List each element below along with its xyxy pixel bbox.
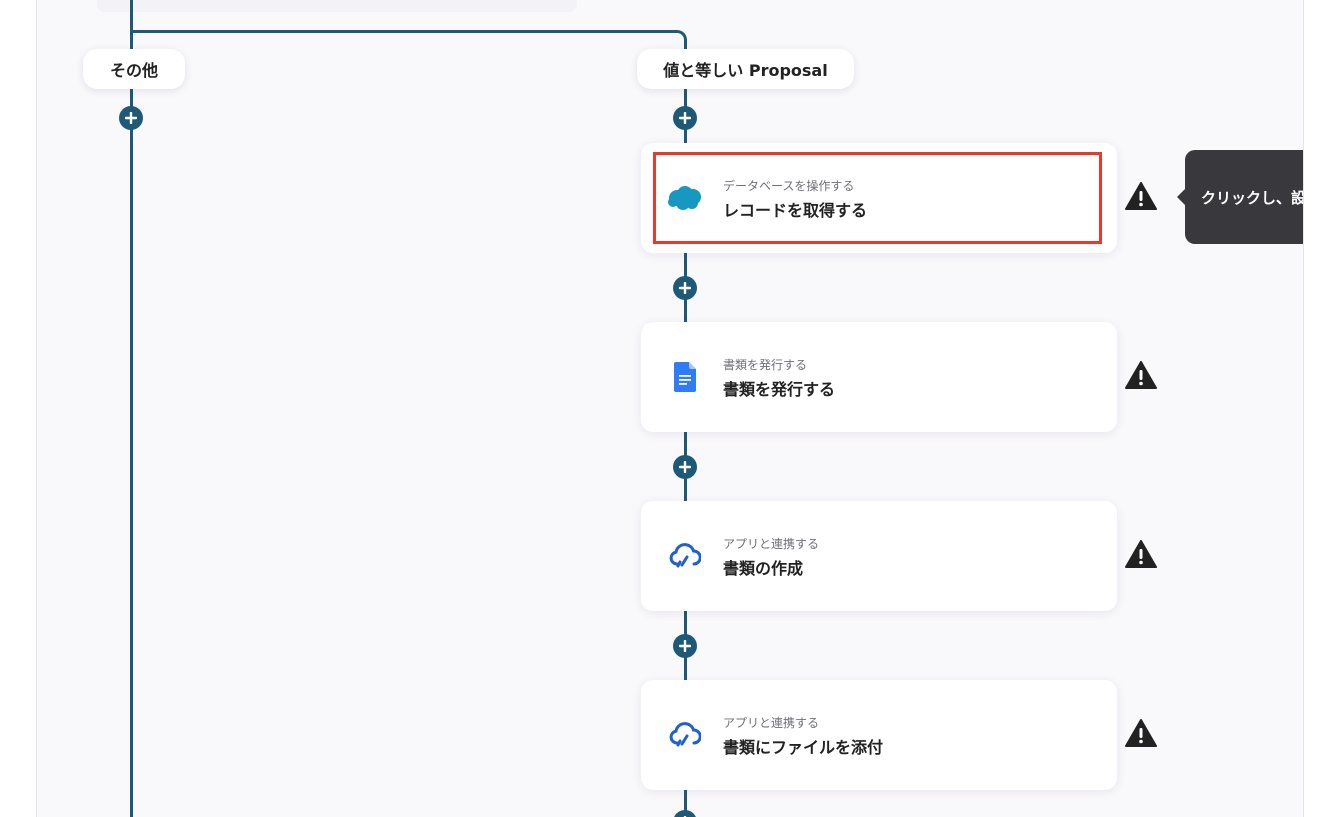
add-step-button-4[interactable]	[673, 634, 697, 658]
step-title: 書類にファイルを添付	[723, 738, 884, 757]
salesforce-cloud-icon	[665, 178, 705, 218]
warning-icon[interactable]	[1125, 182, 1157, 210]
tooltip: クリックし、設	[1185, 150, 1304, 244]
branch-split-connector	[130, 30, 675, 33]
flow-canvas: その他 値と等しい Proposal データベースを操作する レコードを取得する…	[36, 0, 1304, 817]
plus-icon	[679, 461, 691, 473]
plus-icon	[679, 282, 691, 294]
plus-icon	[679, 112, 691, 124]
step-subtitle: アプリと連携する	[723, 537, 820, 551]
warning-icon[interactable]	[1125, 361, 1157, 389]
step-title: レコードを取得する	[723, 201, 868, 220]
warning-icon[interactable]	[1125, 540, 1157, 568]
add-step-button-2[interactable]	[673, 276, 697, 300]
branch-label-other[interactable]: その他	[83, 49, 185, 89]
add-step-button-left[interactable]	[119, 106, 143, 130]
warning-icon[interactable]	[1125, 719, 1157, 747]
tooltip-arrow	[1177, 189, 1185, 205]
branch-label-proposal[interactable]: 値と等しい Proposal	[637, 49, 854, 89]
step-card-issue-document[interactable]: 書類を発行する 書類を発行する	[641, 322, 1117, 432]
plus-icon	[125, 112, 137, 124]
step-card-attach-file[interactable]: アプリと連携する 書類にファイルを添付	[641, 680, 1117, 790]
add-step-button-1[interactable]	[673, 106, 697, 130]
plus-icon	[679, 640, 691, 652]
step-subtitle: 書類を発行する	[723, 358, 808, 372]
branch-label-other-text: その他	[109, 61, 158, 80]
step-subtitle: データベースを操作する	[723, 179, 855, 193]
previous-step-stub	[97, 0, 577, 12]
cloud-link-icon	[665, 715, 705, 755]
branch-label-proposal-text: 値と等しい Proposal	[663, 61, 828, 80]
tooltip-text: クリックし、設	[1201, 188, 1304, 207]
step-title: 書類の作成	[723, 559, 804, 578]
step-card-create-document[interactable]: アプリと連携する 書類の作成	[641, 501, 1117, 611]
step-title: 書類を発行する	[723, 380, 836, 399]
cloud-link-icon	[665, 536, 705, 576]
add-step-button-3[interactable]	[673, 455, 697, 479]
step-subtitle: アプリと連携する	[723, 716, 820, 730]
add-step-button-5[interactable]	[673, 810, 697, 817]
google-docs-icon	[665, 357, 705, 397]
step-card-get-record[interactable]: データベースを操作する レコードを取得する	[641, 143, 1117, 253]
